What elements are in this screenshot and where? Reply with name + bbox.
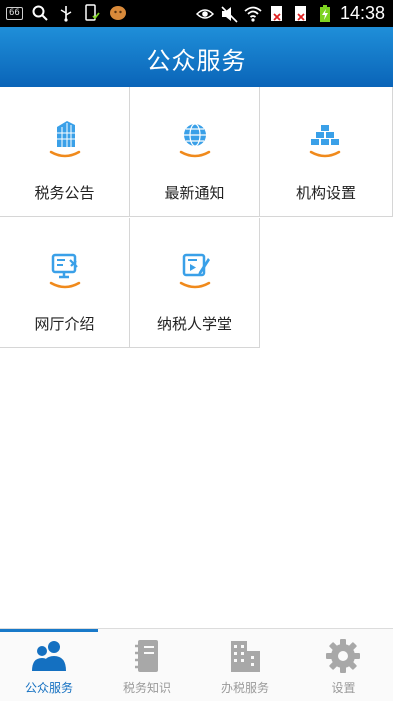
video-edit-icon xyxy=(179,253,211,289)
grid-item-taxpayer-school[interactable]: 纳税人学堂 xyxy=(130,218,260,348)
clock: 14:38 xyxy=(339,3,385,23)
people-icon xyxy=(32,641,66,671)
service-grid: 税务公告 最新通知 机构设置 网厅介绍 纳税人学堂 xyxy=(0,87,393,349)
title-bar: 公众服务 xyxy=(0,27,393,88)
brick-wall-icon xyxy=(309,125,341,158)
bottom-tab-bar: 公众服务 税务知识 办税服务 设置 xyxy=(0,628,393,701)
usb-icon xyxy=(60,6,72,22)
gear-icon xyxy=(326,639,360,673)
tab-label: 设置 xyxy=(331,681,356,695)
wifi-icon xyxy=(244,6,262,22)
grid-item-latest-notice[interactable]: 最新通知 xyxy=(130,87,260,217)
mute-icon xyxy=(221,5,238,23)
sim-no-signal-icon xyxy=(270,5,282,21)
active-tab-indicator xyxy=(0,629,98,632)
phone-check-icon xyxy=(85,4,100,21)
status-bar: 66 14:38 xyxy=(0,0,393,27)
grid-item-hall-intro[interactable]: 网厅介绍 xyxy=(0,218,130,348)
app-icon xyxy=(109,6,126,20)
eye-icon xyxy=(195,8,214,19)
monitor-tools-icon xyxy=(49,253,81,289)
building-icon xyxy=(49,121,81,158)
tab-tax-knowledge[interactable]: 税务知识 xyxy=(98,629,196,701)
office-building-icon xyxy=(231,641,260,672)
grid-item-tax-announcement[interactable]: 税务公告 xyxy=(0,87,130,217)
tab-label: 公众服务 xyxy=(24,681,73,695)
notebook-icon xyxy=(135,640,158,672)
notification-count-badge: 66 xyxy=(6,6,23,20)
grid-item-label: 机构设置 xyxy=(295,184,356,202)
sim-no-signal-icon xyxy=(294,5,306,21)
grid-item-label: 最新通知 xyxy=(164,184,225,202)
grid-item-label: 纳税人学堂 xyxy=(156,315,232,333)
search-icon xyxy=(32,5,48,21)
tab-tax-service[interactable]: 办税服务 xyxy=(196,629,294,701)
tab-label: 税务知识 xyxy=(122,681,171,695)
grid-item-label: 网厅介绍 xyxy=(34,315,95,333)
globe-icon xyxy=(179,123,211,158)
tab-public-service[interactable]: 公众服务 xyxy=(0,629,98,701)
grid-item-label: 税务公告 xyxy=(34,184,95,202)
tab-label: 办税服务 xyxy=(220,681,269,695)
battery-charging-icon xyxy=(319,4,330,22)
grid-item-organization[interactable]: 机构设置 xyxy=(260,87,393,217)
tab-settings[interactable]: 设置 xyxy=(294,629,393,701)
page-title: 公众服务 xyxy=(146,47,247,75)
